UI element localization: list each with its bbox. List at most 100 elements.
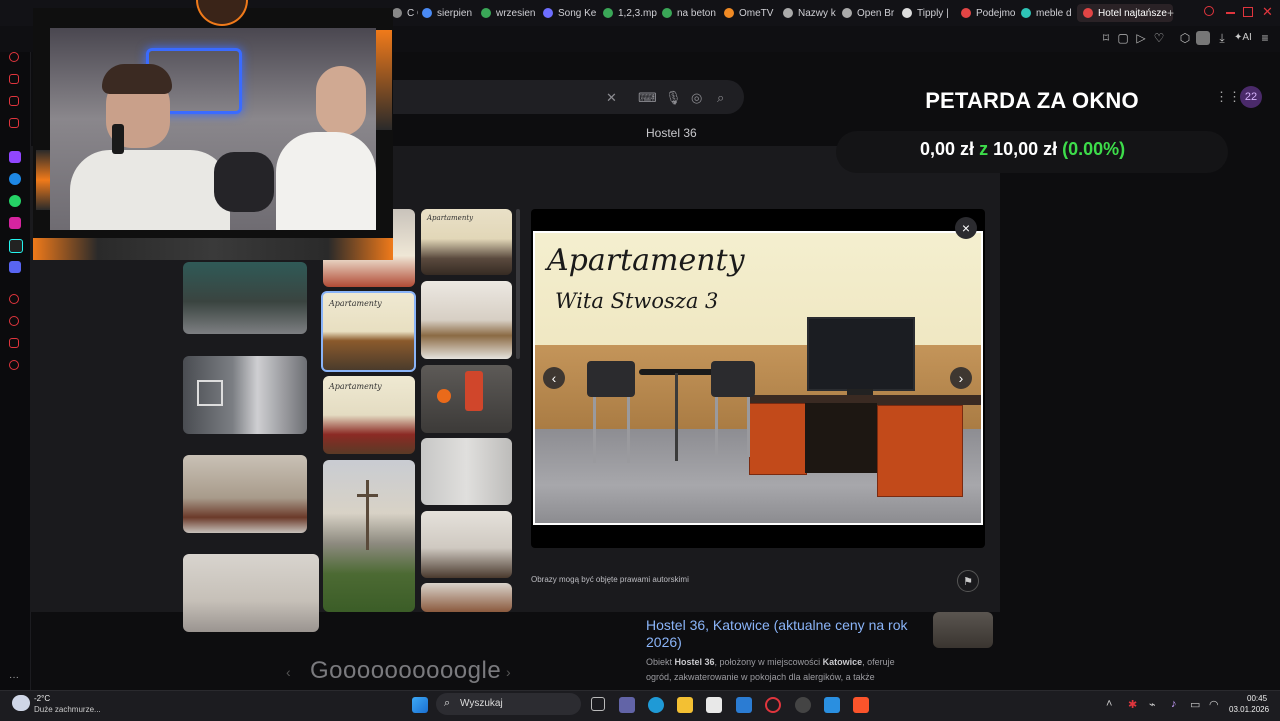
next-image-button[interactable]: › [950,367,972,389]
teams-icon[interactable] [619,697,635,713]
snapshot-icon[interactable]: ⌑ [1099,31,1113,45]
tab-item[interactable]: Open Br [842,4,897,22]
extension-icon[interactable]: ⬡ [1178,31,1192,45]
tab-item[interactable]: Song Ke [543,4,598,22]
play-icon[interactable]: ▷ [1134,31,1148,45]
thumbnail-image[interactable] [421,583,512,612]
thumbnail-image[interactable] [421,281,512,359]
twitch-icon[interactable] [9,151,21,163]
menu-icon[interactable]: ≡ [1258,31,1272,45]
thumbnail-image[interactable] [183,554,319,632]
thumbnail-image[interactable] [323,460,415,612]
display-icon[interactable]: ▭ [1190,698,1200,711]
thumbnail-image[interactable]: Apartamenty [323,376,415,454]
thumbnail-image[interactable] [421,511,512,578]
ai-button[interactable]: ✦AI [1234,32,1252,43]
thumbnail-image[interactable] [183,262,307,334]
heart-icon[interactable]: ♡ [1152,31,1166,45]
thumbnail-image[interactable] [183,356,307,434]
apps-grid-icon[interactable]: ⋮⋮ [1215,89,1241,105]
close-window-icon[interactable]: ✕ [1262,4,1273,20]
search-tabs-icon[interactable] [1204,6,1214,16]
opera-gx-icon[interactable] [765,697,781,713]
tab-label: wrzesien [496,7,536,19]
tiktok-icon[interactable] [9,239,23,253]
messenger-icon[interactable] [9,173,21,185]
search-icon[interactable]: ⌕ [717,90,724,106]
taskbar-search-input[interactable]: ⌕ Wyszukaj [436,693,581,715]
download-icon[interactable]: ⤓ [1215,31,1229,45]
sidebar-app-icon[interactable] [9,118,19,128]
tab-item[interactable]: C C [392,4,418,22]
instagram-icon[interactable] [9,217,21,229]
thumbnail-image-selected[interactable]: Apartamenty [321,291,416,372]
close-viewer-button[interactable]: × [955,217,977,239]
donation-current: 0,00 zł [920,139,975,159]
lens-icon[interactable]: ◎ [691,90,702,106]
whatsapp-icon[interactable] [9,195,21,207]
prev-image-button[interactable]: ‹ [543,367,565,389]
pager-next-button[interactable]: › [506,664,511,680]
report-flag-button[interactable]: ⚑ [957,570,979,592]
wifi-icon[interactable]: ◠ [1209,698,1219,711]
obs-icon[interactable] [795,697,811,713]
mic-icon[interactable]: 🎙 [665,90,682,106]
maximize-icon[interactable] [1243,7,1253,17]
thumbnail-image[interactable] [421,438,512,505]
tab-item[interactable]: Nazwy k [783,4,838,22]
clock-time[interactable]: 00:45 [1247,694,1267,703]
sidebar-app-icon[interactable] [9,52,19,62]
tab-item[interactable]: wrzesien [481,4,536,22]
network-icon[interactable]: ⌁ [1149,698,1156,711]
tab-item[interactable]: na beton [662,4,717,22]
google-pager[interactable]: Goooooooooogle [310,657,501,685]
tab-item[interactable]: sierpien [422,4,477,22]
account-badge[interactable]: 22 [1240,86,1262,108]
mail-icon[interactable] [736,697,752,713]
store-icon[interactable] [706,697,722,713]
tab-item[interactable]: meble d [1021,4,1076,22]
minimize-icon[interactable] [1226,12,1235,14]
result-thumbnail[interactable] [933,612,993,648]
brave-icon[interactable] [853,697,869,713]
mic-tray-icon[interactable]: ♪ [1171,698,1177,710]
app-icon[interactable] [824,697,840,713]
tab-favicon-icon [902,8,912,18]
weather-icon[interactable] [12,695,30,711]
thumbnail-image[interactable] [183,455,307,533]
thumbnail-scrollbar[interactable] [516,209,520,359]
result-desc-text: , położony w miejscowości [714,657,823,667]
settings-icon[interactable] [9,360,19,370]
cabinet-door-shape [877,405,963,497]
task-view-icon[interactable] [591,697,605,711]
result-title-link[interactable]: Hostel 36, Katowice (aktualne ceny na ro… [646,617,916,651]
tab-label: 1,2,3.mp [618,7,657,19]
webcam-frame-accent [376,30,392,130]
keyboard-icon[interactable]: ⌨ [638,90,657,106]
sidebar-app-icon[interactable] [9,96,19,106]
edge-icon[interactable] [648,697,664,713]
tab-active[interactable]: Hotel najtańsze [1077,4,1173,22]
tray-app-icon[interactable]: ✱ [1128,698,1137,711]
thumbnail-image[interactable] [421,365,512,433]
new-tab-button[interactable]: + [1167,6,1174,20]
pager-prev-button[interactable]: ‹ [286,664,291,680]
player-icon[interactable] [9,294,19,304]
clock-date[interactable]: 03.01.2026 [1229,705,1269,714]
discord-icon[interactable] [9,261,21,273]
windows-start-icon[interactable] [412,697,428,713]
tray-expand-icon[interactable]: ˄ [1106,698,1112,710]
extensions-icon[interactable] [9,338,19,348]
tab-item[interactable]: OmeTV [724,4,779,22]
history-icon[interactable] [9,316,19,326]
capture-icon[interactable]: ▢ [1116,31,1130,45]
profile-icon[interactable] [1196,31,1210,45]
clear-icon[interactable]: ✕ [606,90,617,106]
tab-item[interactable]: 1,2,3.mp [603,4,658,22]
file-explorer-icon[interactable] [677,697,693,713]
sidebar-app-icon[interactable] [9,74,19,84]
thumbnail-image[interactable]: Apartamenty [421,209,512,275]
tab-item[interactable]: Tipply | [902,4,957,22]
tab-item[interactable]: Podejmo [961,4,1016,22]
more-icon[interactable]: ··· [9,673,21,686]
